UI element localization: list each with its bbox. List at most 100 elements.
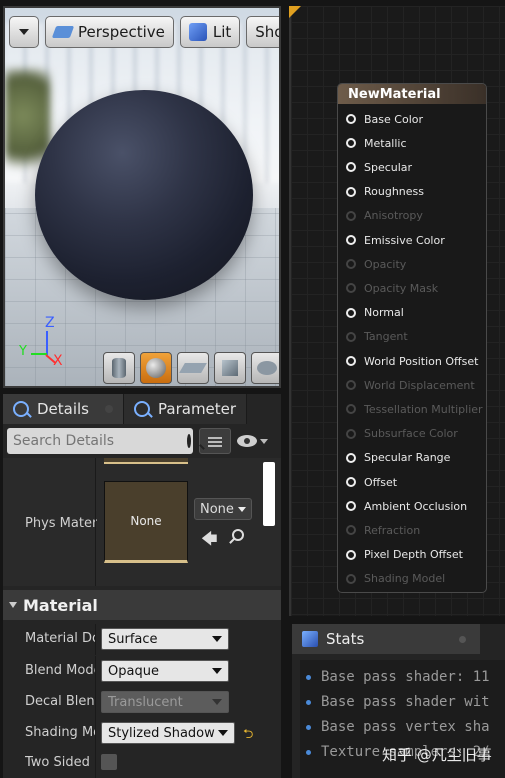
tab-parameter-label: Parameter: [158, 400, 237, 418]
property-two-sided: Two Sided: [3, 748, 281, 778]
tab-close-icon[interactable]: [105, 405, 114, 413]
stat-text: Base pass shader: 11: [321, 669, 490, 685]
decal-blend-dropdown: Translucent: [101, 691, 229, 713]
node-pin-row[interactable]: Ambient Occlusion: [346, 497, 467, 515]
pin-connector-icon[interactable]: [346, 452, 356, 463]
node-pin-row[interactable]: Emissive Color: [346, 231, 445, 249]
tab-details-label: Details: [37, 400, 90, 418]
reset-to-default-icon[interactable]: ⮌: [243, 725, 253, 747]
pin-label: Anisotropy: [364, 209, 423, 223]
property-label: Two Sided: [25, 755, 90, 770]
node-pin-row[interactable]: Base Color: [346, 110, 423, 128]
tab-stats[interactable]: Stats: [292, 624, 480, 654]
node-pin-row: World Displacement: [346, 376, 475, 394]
stat-line: Base pass shader: 11: [306, 666, 490, 688]
shading-model-dropdown[interactable]: Stylized Shadow: [101, 722, 235, 744]
property-decal-blend: Decal Blend Translucent: [3, 687, 281, 718]
stats-tab-label: Stats: [326, 630, 365, 648]
node-pin-row[interactable]: Metallic: [346, 134, 407, 152]
column-divider: [95, 748, 96, 778]
perspective-button[interactable]: Perspective: [45, 16, 174, 48]
chevron-down-icon: [212, 699, 222, 705]
preview-sphere-button[interactable]: [140, 352, 172, 384]
two-sided-checkbox[interactable]: [101, 754, 117, 770]
bullet-icon: [306, 724, 311, 730]
details-icon: [13, 401, 29, 417]
preview-teapot-button[interactable]: [251, 352, 279, 384]
pin-connector-icon[interactable]: [346, 356, 356, 366]
eye-icon: [237, 435, 257, 447]
node-pin-row[interactable]: Specular Range: [346, 449, 450, 467]
pin-connector-icon: [346, 428, 356, 439]
browse-search-icon[interactable]: [232, 529, 244, 541]
lit-button[interactable]: Lit: [179, 16, 241, 48]
material-result-node[interactable]: NewMaterial Base Color Metallic Specular Ro…: [337, 83, 487, 593]
viewport-toolbar: Perspective Lit Show: [9, 16, 279, 48]
use-selected-arrow-icon[interactable]: 🡄: [201, 528, 218, 555]
pin-connector-icon[interactable]: [346, 114, 356, 124]
parameter-icon: [134, 401, 151, 417]
bullet-icon: [306, 749, 311, 755]
preview-cylinder-button[interactable]: [103, 352, 135, 384]
phys-material-label: Phys Materi: [25, 516, 97, 531]
tab-parameter[interactable]: Parameter: [124, 394, 248, 424]
pin-connector-icon: [346, 380, 356, 391]
dropdown-value: Stylized Shadow: [108, 725, 215, 741]
blend-mode-dropdown[interactable]: Opaque: [101, 660, 229, 682]
search-input[interactable]: [13, 433, 187, 449]
y-axis-label: Y: [19, 344, 27, 359]
property-material-domain: Material Dor Surface: [3, 624, 281, 655]
pin-connector-icon[interactable]: [346, 549, 356, 560]
phys-material-thumbnail[interactable]: None: [104, 481, 188, 563]
pin-connector-icon[interactable]: [346, 477, 356, 487]
dropdown-value: Surface: [108, 631, 158, 647]
node-pin-row[interactable]: World Position Offset: [346, 352, 478, 370]
show-button[interactable]: Show: [246, 16, 279, 48]
viewport-options-button[interactable]: [9, 16, 39, 48]
pin-label: Tangent: [364, 330, 408, 344]
column-divider: [95, 718, 96, 749]
search-icon[interactable]: [187, 434, 191, 448]
tab-details[interactable]: Details: [3, 394, 125, 424]
pin-connector-icon[interactable]: [346, 186, 356, 197]
node-pin-row: Opacity: [346, 255, 406, 273]
preview-viewport[interactable]: Perspective Lit Show Z X Y: [3, 6, 281, 388]
section-material-header[interactable]: Material: [3, 590, 281, 620]
property-matrix-button[interactable]: [199, 428, 231, 454]
preview-plane-button[interactable]: [177, 352, 209, 384]
material-domain-dropdown[interactable]: Surface: [101, 628, 229, 650]
node-pin-row[interactable]: Roughness: [346, 183, 424, 201]
node-pin-row[interactable]: Normal: [346, 304, 404, 322]
phys-material-combo[interactable]: None: [194, 498, 252, 520]
stat-line: Base pass vertex sha: [306, 716, 490, 738]
bullet-icon: [306, 674, 311, 680]
watermark: 知乎 @凡尘旧事: [382, 746, 492, 764]
view-options-button[interactable]: [237, 428, 273, 454]
pin-connector-icon[interactable]: [346, 307, 356, 318]
search-box[interactable]: [7, 428, 193, 454]
tab-close-icon[interactable]: [459, 635, 466, 643]
pin-connector-icon[interactable]: [346, 235, 356, 245]
pin-label: Refraction: [364, 523, 421, 537]
stat-text: Base pass shader wit: [321, 694, 490, 710]
dropdown-value: Opaque: [108, 663, 159, 679]
grid-icon: [208, 435, 222, 447]
graph-corner-marker: [289, 6, 301, 18]
chevron-down-icon: [260, 438, 268, 444]
node-pin-row[interactable]: Offset: [346, 473, 397, 491]
pin-label: World Position Offset: [364, 354, 479, 368]
details-search-row: [7, 427, 277, 455]
property-label: Decal Blend: [25, 694, 95, 709]
material-editor: Perspective Lit Show Z X Y: [0, 0, 505, 778]
pin-connector-icon: [346, 283, 356, 294]
pin-connector-icon[interactable]: [346, 501, 356, 512]
pin-connector-icon[interactable]: [346, 162, 356, 173]
scrollbar[interactable]: [263, 462, 275, 526]
node-pin-row[interactable]: Specular: [346, 158, 412, 176]
pin-label: Specular Range: [364, 451, 451, 465]
node-pin-row[interactable]: Pixel Depth Offset: [346, 546, 463, 564]
preview-cube-button[interactable]: [214, 352, 246, 384]
stats-icon: [302, 631, 318, 647]
phys-material-row: Phys Materi None None 🡄: [3, 458, 281, 586]
pin-connector-icon[interactable]: [346, 138, 356, 149]
